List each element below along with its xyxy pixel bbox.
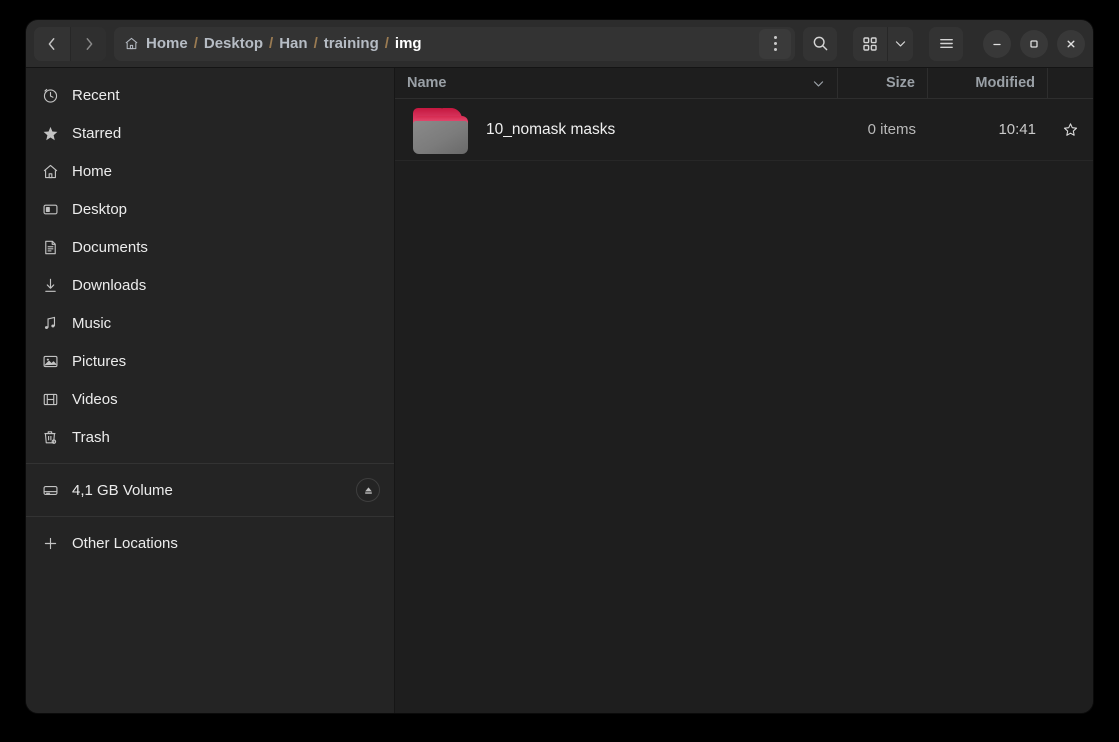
- picture-icon: [40, 351, 60, 371]
- sidebar-item-desktop[interactable]: Desktop: [26, 190, 394, 228]
- minimize-icon: [993, 43, 1001, 45]
- file-name-cell: 10_nomask masks: [395, 106, 838, 154]
- chevron-left-icon: [48, 37, 55, 50]
- breadcrumb-item-home[interactable]: Home: [146, 35, 188, 52]
- sidebar-item-label: Documents: [72, 238, 148, 256]
- chevron-down-icon: [895, 41, 906, 47]
- eject-button[interactable]: [356, 478, 380, 502]
- maximize-button[interactable]: [1020, 29, 1048, 58]
- chevron-down-icon: [813, 80, 824, 87]
- star-outline-icon: [1063, 123, 1078, 136]
- close-button[interactable]: [1057, 29, 1085, 58]
- sidebar-item-videos[interactable]: Videos: [26, 380, 394, 418]
- sidebar-item-downloads[interactable]: Downloads: [26, 266, 394, 304]
- file-list-area: Name Size Modified 10_nomask masks 0 ite…: [395, 68, 1093, 713]
- chevron-right-icon: [86, 37, 92, 50]
- sidebar-item-label: Downloads: [72, 276, 147, 294]
- sidebar-item-pictures[interactable]: Pictures: [26, 342, 394, 380]
- breadcrumb-separator: /: [384, 35, 389, 52]
- view-options-button[interactable]: [887, 26, 913, 61]
- forward-button[interactable]: [70, 26, 106, 61]
- column-header-modified[interactable]: Modified: [928, 68, 1048, 98]
- breadcrumb-item-training[interactable]: training: [324, 35, 379, 52]
- file-size-cell: 0 items: [867, 121, 916, 138]
- sidebar-item-home[interactable]: Home: [26, 152, 394, 190]
- path-bar: Home / Desktop / Han / training / img: [114, 26, 795, 61]
- home-icon: [40, 161, 60, 181]
- desktop-icon: [40, 199, 60, 219]
- music-icon: [40, 313, 60, 333]
- vertical-dots-icon: [773, 35, 777, 53]
- breadcrumb-item-img[interactable]: img: [395, 35, 422, 52]
- breadcrumb-item-desktop[interactable]: Desktop: [204, 35, 263, 52]
- header-bar: Home / Desktop / Han / training / img: [26, 20, 1093, 68]
- sidebar-item-music[interactable]: Music: [26, 304, 394, 342]
- file-manager-window: Home / Desktop / Han / training / img Re…: [26, 20, 1093, 713]
- breadcrumb: Home / Desktop / Han / training / img: [124, 35, 759, 52]
- sidebar-item-starred[interactable]: Starred: [26, 114, 394, 152]
- path-menu-button[interactable]: [759, 28, 791, 59]
- document-icon: [40, 237, 60, 257]
- sidebar-item-label: Videos: [72, 390, 118, 408]
- star-icon: [40, 123, 60, 143]
- plus-icon: [40, 533, 60, 553]
- sidebar-item-label: Desktop: [72, 200, 128, 218]
- home-icon: [124, 36, 139, 51]
- sidebar-item-label: Recent: [72, 86, 120, 104]
- window-body: Recent Starred Home Desktop Documents Do…: [26, 68, 1093, 713]
- grid-icon: [863, 36, 877, 51]
- sidebar-item-label: Trash: [72, 428, 110, 446]
- sidebar-item-recent[interactable]: Recent: [26, 76, 394, 114]
- drive-icon: [40, 480, 60, 500]
- minimize-button[interactable]: [983, 29, 1011, 58]
- sidebar: Recent Starred Home Desktop Documents Do…: [26, 68, 395, 713]
- hamburger-menu-icon: [939, 39, 953, 48]
- column-header-size-label: Size: [885, 75, 915, 91]
- search-icon: [813, 36, 827, 51]
- sidebar-separator: [26, 516, 394, 517]
- close-icon: [1067, 40, 1075, 48]
- file-name-label: 10_nomask masks: [486, 120, 616, 138]
- eject-icon: [364, 486, 372, 494]
- file-list: 10_nomask masks 0 items 10:41: [395, 99, 1093, 713]
- column-header-modified-label: Modified: [975, 75, 1035, 91]
- sidebar-item-label: Other Locations: [72, 534, 178, 552]
- sidebar-item-label: 4,1 GB Volume: [72, 481, 173, 499]
- sidebar-item-other-locations[interactable]: Other Locations: [26, 524, 394, 562]
- column-header-starred: [1048, 68, 1093, 98]
- column-header-name-label: Name: [407, 75, 447, 91]
- grid-view-button[interactable]: [853, 26, 887, 61]
- clock-icon: [40, 85, 60, 105]
- sidebar-separator: [26, 463, 394, 464]
- view-mode-group: [853, 26, 913, 61]
- breadcrumb-item-han[interactable]: Han: [279, 35, 307, 52]
- maximize-icon: [1030, 39, 1038, 48]
- file-modified-cell: 10:41: [998, 121, 1036, 138]
- back-button[interactable]: [34, 26, 70, 61]
- folder-icon: [413, 106, 468, 154]
- sidebar-item-label: Starred: [72, 124, 122, 142]
- star-toggle-button[interactable]: [1048, 122, 1093, 137]
- column-header-size[interactable]: Size: [838, 68, 928, 98]
- table-row[interactable]: 10_nomask masks 0 items 10:41: [395, 99, 1093, 161]
- download-icon: [40, 275, 60, 295]
- navigation-buttons: [34, 26, 106, 61]
- sidebar-item-label: Music: [72, 314, 112, 332]
- column-header-name[interactable]: Name: [395, 68, 838, 98]
- trash-icon: [40, 427, 60, 447]
- column-headers: Name Size Modified: [395, 68, 1093, 99]
- search-button[interactable]: [803, 26, 837, 61]
- window-controls: [983, 29, 1085, 58]
- sidebar-item-trash[interactable]: Trash: [26, 418, 394, 456]
- sidebar-item-documents[interactable]: Documents: [26, 228, 394, 266]
- video-icon: [40, 389, 60, 409]
- sidebar-item-volume[interactable]: 4,1 GB Volume: [26, 471, 394, 509]
- breadcrumb-separator: /: [313, 35, 318, 52]
- breadcrumb-separator: /: [193, 35, 198, 52]
- sidebar-item-label: Home: [72, 162, 113, 180]
- main-menu-button[interactable]: [929, 26, 963, 61]
- sidebar-item-label: Pictures: [72, 352, 127, 370]
- breadcrumb-separator: /: [269, 35, 274, 52]
